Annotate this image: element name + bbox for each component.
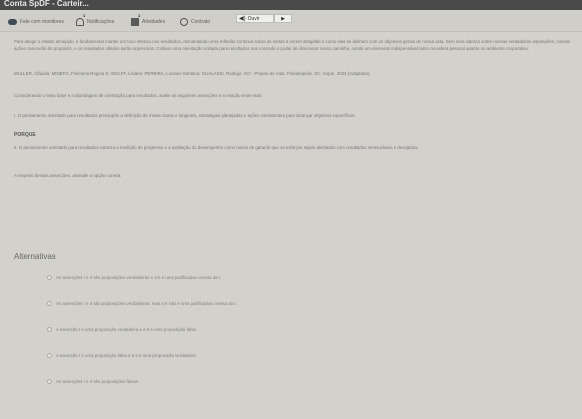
chat-icon — [8, 19, 17, 25]
radio-icon — [47, 379, 52, 384]
alternative-option[interactable]: As asserções I e II são proposições fals… — [47, 379, 139, 384]
contract-label: Contrato — [191, 19, 211, 25]
contract-link[interactable]: Contrato — [180, 16, 210, 28]
alternative-text: As asserções I e II são proposições verd… — [56, 301, 237, 306]
radio-icon — [47, 353, 52, 358]
contract-icon — [180, 18, 188, 26]
assertion-1: I. O pensamento orientado para resultado… — [14, 113, 356, 118]
alternative-option[interactable]: A asserção I é uma proposição falsa e a … — [47, 353, 197, 358]
bell-icon — [76, 18, 84, 26]
chat-label: Fale com monitores — [20, 19, 64, 25]
alternative-option[interactable]: As asserções I e II são proposições verd… — [47, 301, 237, 306]
alternative-text: A asserção I é uma proposição falsa e a … — [56, 353, 198, 358]
radio-icon — [47, 275, 52, 280]
speaker-icon: ◀) — [239, 16, 246, 22]
question-instruction: Considerando o texto base e a abordagem … — [14, 93, 263, 98]
play-button[interactable]: ▶ — [274, 14, 292, 23]
activities-badge: 1 — [138, 13, 141, 18]
listen-button[interactable]: ◀) Ouvir — [236, 14, 274, 23]
chat-monitors-link[interactable]: Fale com monitores — [8, 16, 64, 28]
question-citation: MULLER, Cláudia; MINETO, Filomena Regina… — [14, 71, 371, 76]
play-icon: ▶ — [281, 15, 285, 22]
connector-porque: PORQUE — [14, 132, 36, 138]
alternative-text: A asserção I é uma proposição verdadeira… — [56, 327, 198, 332]
radio-icon — [47, 327, 52, 332]
activities-label: Atividades — [142, 19, 166, 25]
alternative-text: As asserções I e II são proposições verd… — [56, 275, 222, 280]
question-intro: Para atingir o estado almejado, é fundam… — [14, 39, 571, 51]
activities-link[interactable]: 1 Atividades — [131, 13, 166, 28]
window-title: Conta SpDF - Carteir... — [4, 0, 89, 8]
notifications-badge: 1 — [83, 13, 86, 18]
assertion-2: II. O pensamento orientado para resultad… — [14, 145, 419, 150]
alternative-option[interactable]: A asserção I é uma proposição verdadeira… — [47, 327, 197, 332]
alternatives-title: Alternativas — [14, 252, 56, 261]
listen-label: Ouvir — [247, 15, 260, 22]
alternative-text: As asserções I e II são proposições fals… — [56, 379, 140, 384]
activities-icon — [131, 18, 139, 26]
question-prompt: A respeito dessas asserções, assinale a … — [14, 173, 122, 178]
radio-icon — [47, 301, 52, 306]
notifications-label: Notificações — [87, 19, 115, 25]
alternative-option[interactable]: As asserções I e II são proposições verd… — [47, 275, 221, 280]
window-titlebar: Conta SpDF - Carteir... — [0, 0, 582, 10]
notifications-link[interactable]: 1 Notificações — [76, 13, 115, 28]
